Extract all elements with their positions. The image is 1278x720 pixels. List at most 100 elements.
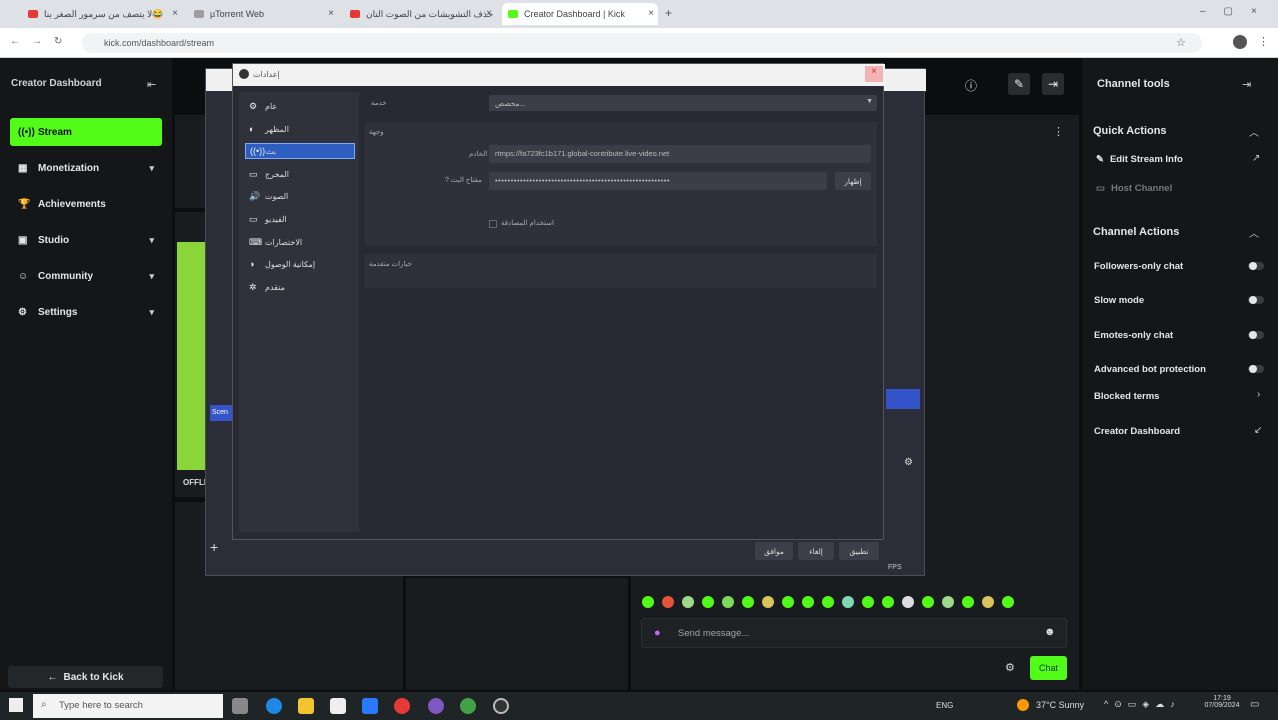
store-icon[interactable] [330,698,346,714]
nav-appearance[interactable]: ◐ المظهر [245,121,355,137]
slow-mode-toggle[interactable] [1248,296,1264,304]
ok-button[interactable]: موافق [755,542,793,560]
external-link-icon[interactable]: ↗ [1252,153,1260,164]
obs-scene-selected[interactable] [886,389,920,409]
edit-stream-info[interactable]: ✎ Edit Stream Info [1096,154,1183,165]
more-icon[interactable]: ⋮ [1053,125,1064,138]
nav-output[interactable]: ▭ المخرج [245,166,355,182]
chat-input[interactable]: ● Send message... ☻ [641,618,1067,648]
close-icon[interactable]: × [172,8,178,19]
window-controls[interactable]: –▢× [1200,6,1275,17]
arrow-down-left-icon[interactable]: ↙ [1254,425,1262,436]
emotes-only-toggle[interactable] [1248,331,1264,339]
blocked-terms[interactable]: Blocked terms [1094,391,1159,402]
add-scene-icon[interactable]: + [210,539,218,555]
system-tray-icons[interactable]: ^⊙▭◈☁♪ [1104,699,1181,710]
nav-buttons[interactable]: ←→↻ [10,36,74,47]
close-icon[interactable]: × [328,8,334,19]
language-indicator[interactable]: ENG [936,701,953,710]
file-explorer-icon[interactable] [298,698,314,714]
browser-tab-3[interactable]: حذف التشويشات من الصوت التان ! × [344,3,496,25]
browser-tab-1[interactable]: لا يتصف من سرمور الصغر ينا😂 × [22,3,182,25]
obs-taskbar-icon[interactable] [493,698,509,714]
emote-icon[interactable] [962,596,974,608]
emote-icon[interactable] [742,596,754,608]
new-tab-button[interactable]: + [665,6,672,20]
app-icon[interactable] [428,698,444,714]
nav-stream[interactable]: ((•)) بث [245,143,355,159]
close-icon[interactable]: × [486,8,492,19]
nav-audio[interactable]: 🔊 الصوت [245,188,355,204]
emoji-icon[interactable]: ☻ [1044,626,1056,638]
emote-icon[interactable] [862,596,874,608]
avatar[interactable] [1233,35,1247,49]
nav-video[interactable]: ▭ الفيديو [245,211,355,227]
edge-icon[interactable] [266,698,282,714]
close-icon[interactable]: × [865,66,883,82]
nav-advanced[interactable]: ✲ متقدم [245,279,355,295]
emote-icon[interactable] [662,596,674,608]
collapse-icon[interactable]: ⇤ [147,78,156,91]
emote-icon[interactable] [882,596,894,608]
bot-protection-toggle[interactable] [1248,365,1264,373]
followers-only-toggle[interactable] [1248,262,1264,270]
server-field[interactable]: rtmps://fa723fc1b171.global-contribute.l… [489,145,871,163]
emote-icon[interactable] [902,596,914,608]
chevron-up-icon[interactable]: ︿ [1249,225,1259,240]
apply-button[interactable]: تطبيق [839,542,879,560]
back-to-kick-button[interactable]: ← Back to Kick [8,666,163,688]
edit-icon[interactable]: ✎ [1008,73,1030,95]
chat-settings-icon[interactable]: ⚙ [1005,661,1015,674]
emote-icon[interactable] [982,596,994,608]
cancel-button[interactable]: إلغاء [798,542,834,560]
clock[interactable]: 17:19 07/09/2024 [1202,695,1242,709]
emote-icon[interactable] [702,596,714,608]
menu-icon[interactable]: ⋮ [1258,35,1269,48]
star-icon[interactable]: ☆ [1176,36,1186,49]
url-field[interactable]: kick.com/dashboard/stream [82,33,1202,53]
taskbar-search[interactable]: ⌕ Type here to search [33,694,223,718]
emote-icon[interactable] [842,596,854,608]
notification-icon[interactable]: ▭ [1250,699,1259,710]
close-icon[interactable]: × [648,8,654,19]
emote-icon[interactable] [782,596,794,608]
chevron-right-icon[interactable]: › [1257,389,1260,400]
sidebar-item-studio[interactable]: ▣ Studio ▾ [10,226,162,254]
host-channel[interactable]: ▭ Host Channel [1096,183,1172,194]
chat-send-button[interactable]: Chat [1030,656,1067,680]
stream-key-field[interactable]: ••••••••••••••••••••••••••••••••••••••••… [489,172,827,190]
show-key-button[interactable]: إظهار [835,172,871,190]
sidebar-item-community[interactable]: ☺ Community ▾ [10,262,162,290]
emote-icon[interactable] [1002,596,1014,608]
mail-icon[interactable] [362,698,378,714]
weather-label[interactable]: 37°C Sunny [1036,700,1084,710]
emote-icon[interactable] [722,596,734,608]
use-auth-checkbox[interactable] [489,220,497,228]
chevron-up-icon[interactable]: ︿ [1249,124,1259,139]
info-icon[interactable]: ⓘ [965,77,977,94]
emote-icon[interactable] [922,596,934,608]
sidebar-item-monetization[interactable]: ▦ Monetization ▾ [10,154,162,182]
task-view-icon[interactable] [232,698,248,714]
emote-icon[interactable] [942,596,954,608]
windows-start-icon[interactable] [9,698,23,712]
sidebar-item-settings[interactable]: ⚙ Settings ▾ [10,298,162,326]
sidebar-item-stream[interactable]: ((•)) Stream [10,118,162,146]
emote-icon[interactable] [682,596,694,608]
chrome-icon[interactable] [394,698,410,714]
collapse-right-icon[interactable]: ⇥ [1242,78,1251,91]
nav-hotkeys[interactable]: ⌨ الاختصارات [245,234,355,250]
sidebar-item-achievements[interactable]: 🏆 Achievements [10,190,162,218]
creator-dashboard-link[interactable]: Creator Dashboard [1094,426,1180,437]
nav-accessibility[interactable]: ◑ إمكانية الوصول [245,256,355,272]
chrome-profile-icon[interactable] [460,698,476,714]
emote-icon[interactable] [762,596,774,608]
emote-icon[interactable] [802,596,814,608]
nav-general[interactable]: ⚙ عام [245,98,355,114]
obs-gear-icon[interactable]: ⚙ [904,457,913,468]
emote-icon[interactable] [642,596,654,608]
service-select[interactable]: مخصص... ▼ [489,95,877,111]
emote-icon[interactable] [822,596,834,608]
exit-icon[interactable]: ⇥ [1042,73,1064,95]
browser-tab-4[interactable]: Creator Dashboard | Kick × [502,3,658,25]
